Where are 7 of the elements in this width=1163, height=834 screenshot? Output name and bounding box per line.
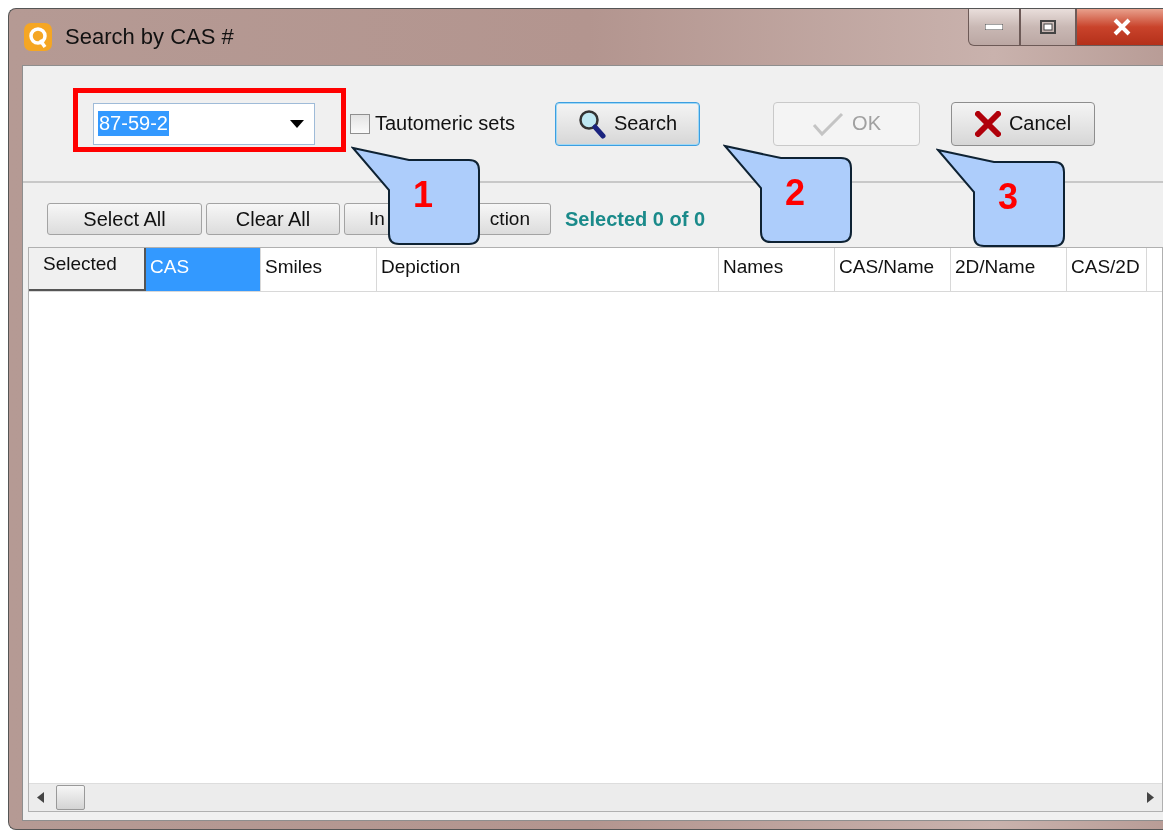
window-title: Search by CAS # [65, 24, 234, 50]
callout-number: 2 [785, 172, 806, 214]
selection-status: Selected 0 of 0 [565, 207, 706, 231]
callout-number: 3 [998, 176, 1019, 218]
callout-number: 1 [413, 174, 434, 216]
cas-value: 87-59-2 [98, 111, 169, 136]
checkbox-label: Tautomeric sets [375, 112, 516, 135]
